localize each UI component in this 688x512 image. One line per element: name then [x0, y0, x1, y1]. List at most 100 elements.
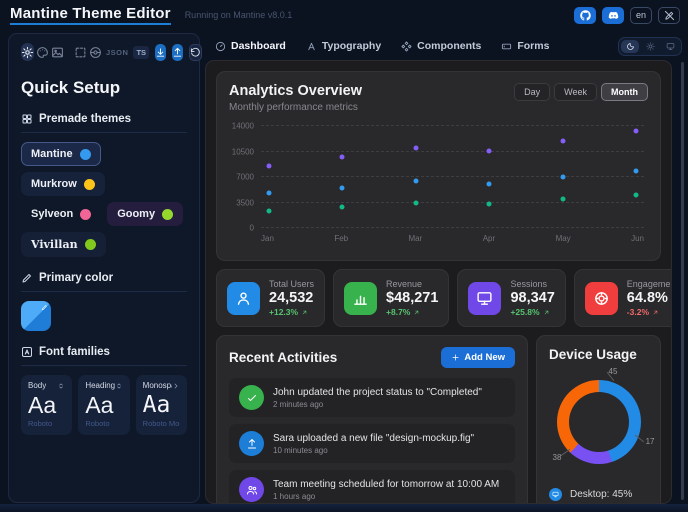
pokeball-icon: [89, 46, 102, 59]
stat-label: Sessions: [510, 279, 547, 289]
analytics-subtitle: Monthly performance metrics: [229, 102, 358, 113]
legend-label: Desktop: 45%: [570, 489, 633, 500]
legend-item: Desktop: 45%: [549, 488, 648, 501]
font-card-monospace[interactable]: Monospace Aa Roboto Mono: [135, 375, 187, 436]
font-sample: Aa: [142, 392, 171, 418]
y-tick-label: 0: [249, 223, 254, 233]
range-button-month[interactable]: Month: [601, 83, 648, 101]
theme-chip-mantine[interactable]: Mantine: [21, 142, 101, 166]
selector-icon: [57, 382, 65, 390]
stat-card-sessions: Sessions 98,347 +25.8%: [457, 269, 566, 327]
data-point-series-green: [560, 196, 566, 202]
scheme-sun-button[interactable]: [641, 40, 659, 53]
data-point-series-green: [633, 192, 639, 198]
color-scheme-switch: [618, 36, 682, 56]
data-point-series-green: [486, 201, 492, 207]
activity-text: Sara uploaded a new file "design-mockup.…: [273, 432, 475, 444]
data-point-series-violet: [560, 138, 566, 144]
font-card-headings[interactable]: Headings Aa Roboto: [78, 375, 130, 436]
theme-chip-sylveon[interactable]: Sylveon: [21, 202, 101, 226]
donut-value-label: 45: [608, 367, 618, 376]
primary-color-swatch[interactable]: [21, 301, 51, 331]
tab-dashboard[interactable]: Dashboard: [206, 36, 295, 56]
add-new-button[interactable]: Add New: [441, 347, 515, 368]
image-icon: [51, 46, 64, 59]
x-tick-label: Jun: [631, 234, 644, 243]
activities-title: Recent Activities: [229, 350, 338, 365]
arrow-up-right-icon: [413, 309, 420, 316]
theme-color-dot: [79, 148, 91, 160]
preview-panel: Analytics Overview Monthly performance m…: [205, 60, 672, 504]
palette-tool-button[interactable]: [36, 43, 49, 61]
upload-icon: [239, 431, 264, 456]
ts-badge[interactable]: TS: [133, 45, 150, 59]
github-button[interactable]: [574, 6, 596, 24]
activity-time: 2 minutes ago: [273, 399, 324, 409]
window-bottom-edge: [0, 504, 688, 512]
range-button-week[interactable]: Week: [554, 83, 597, 101]
grid-icon: [21, 113, 33, 125]
scheme-moon-button[interactable]: [621, 39, 639, 53]
scatter-chart: 0 3500 7000 10500 14000 Jan Feb Mar Apr May Jun: [232, 122, 644, 243]
theme-color-dot: [162, 208, 174, 220]
tab-typography[interactable]: Typography: [297, 36, 390, 56]
stat-value: 98,347: [510, 290, 555, 306]
data-point-series-violet: [339, 154, 345, 160]
theme-chip-goomy[interactable]: Goomy: [107, 202, 184, 226]
discord-button[interactable]: [602, 6, 624, 24]
pokeball-tool-button[interactable]: [89, 43, 102, 61]
frame-tool-button[interactable]: [74, 43, 87, 61]
tab-forms[interactable]: Forms: [492, 36, 558, 56]
chevron-icon: [172, 382, 180, 390]
monitor-icon: [666, 42, 675, 51]
device-usage-title: Device Usage: [549, 347, 637, 362]
pencil-icon: [21, 272, 33, 284]
font-card-list: Body Aa RobotoHeadings Aa RobotoMonospac…: [21, 375, 187, 436]
gear-icon: [21, 46, 34, 59]
settings-tool-button[interactable]: [21, 43, 34, 61]
stat-delta: +25.8%: [510, 307, 554, 317]
stat-delta: +8.7%: [386, 307, 438, 317]
y-tick-label: 3500: [236, 198, 254, 207]
scrollbar[interactable]: [681, 62, 684, 500]
scheme-monitor-button[interactable]: [661, 40, 679, 53]
analytics-title: Analytics Overview: [229, 83, 362, 99]
language-button[interactable]: en: [630, 6, 652, 24]
donut-chart: 45 17 38: [553, 367, 655, 464]
donut-value-label: 17: [645, 437, 655, 446]
tab-components[interactable]: Components: [392, 36, 490, 56]
app-header: Mantine Theme Editor Running on Mantine …: [10, 0, 680, 30]
theme-chip-murkrow[interactable]: Murkrow: [21, 172, 105, 196]
activity-list: John updated the project status to "Comp…: [229, 378, 515, 503]
person-icon: [227, 281, 260, 315]
reset-button[interactable]: [189, 43, 203, 61]
pencil-off-icon: [664, 10, 675, 21]
upload-button[interactable]: [172, 43, 184, 61]
analytics-card: Analytics Overview Monthly performance m…: [216, 71, 661, 261]
edit-toggle-button[interactable]: [658, 6, 680, 24]
scatter-plot-area: 0 3500 7000 10500 14000: [232, 122, 644, 233]
font-name: Roboto: [85, 419, 110, 429]
donut-value-label: 38: [552, 453, 562, 462]
font-card-body[interactable]: Body Aa Roboto: [21, 375, 73, 436]
activity-time: 10 minutes ago: [273, 445, 328, 455]
range-button-day[interactable]: Day: [514, 83, 551, 101]
font-sample: Aa: [28, 392, 57, 418]
theme-chip-vivillan[interactable]: Vivillan: [21, 232, 106, 257]
download-button[interactable]: [155, 43, 167, 61]
gridline: 10500: [232, 147, 644, 156]
arrow-up-right-icon: [543, 309, 550, 316]
gridline: 3500: [236, 198, 644, 207]
download-icon: [155, 47, 166, 58]
image-tool-button[interactable]: [51, 43, 64, 61]
primary-color-section-header: Primary color: [21, 272, 187, 284]
theme-color-dot: [84, 239, 96, 250]
themes-section-header: Premade themes: [21, 113, 187, 125]
data-point-series-violet: [633, 128, 639, 134]
activity-time: 1 hours ago: [273, 491, 316, 501]
selector-icon: [115, 382, 123, 390]
x-tick-label: Mar: [408, 234, 423, 243]
gridline: 14000: [232, 122, 644, 131]
device-usage-card: Device Usage 45 17 38 Desktop: 45%: [536, 335, 661, 503]
bar-chart-icon: [344, 281, 378, 315]
